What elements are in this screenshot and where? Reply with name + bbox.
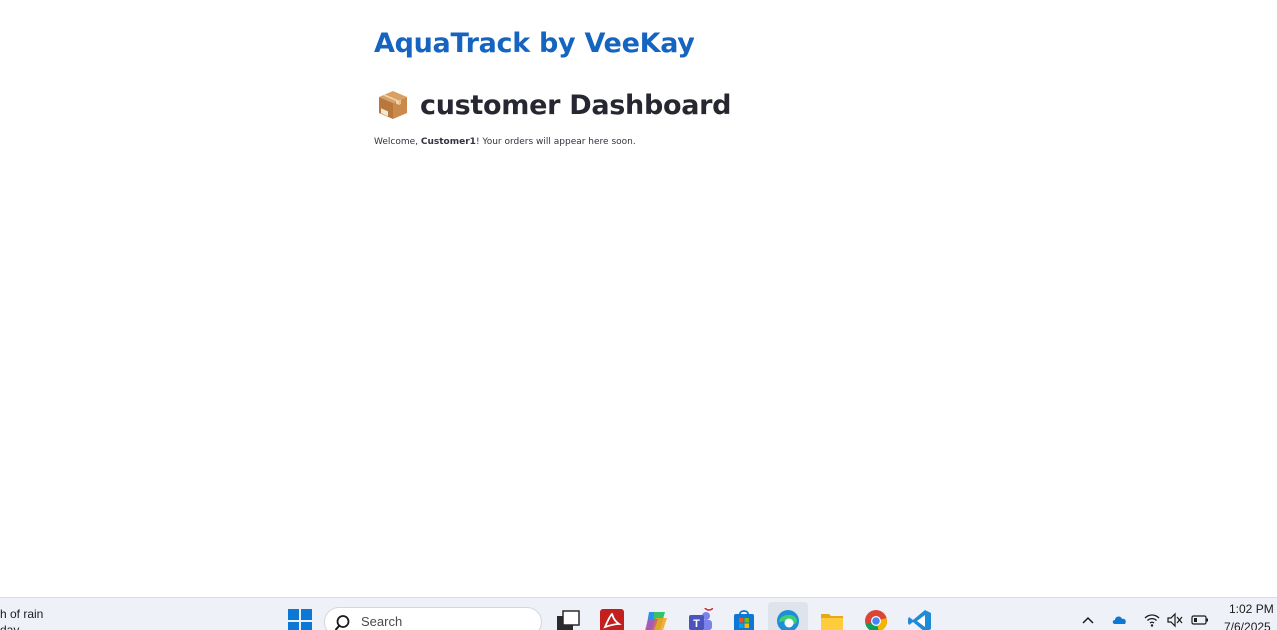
app-window: AquaTrack by VeeKay customer Dashboard W… — [0, 0, 1277, 630]
edge-icon[interactable] — [775, 608, 801, 630]
task-view-icon[interactable] — [555, 608, 581, 630]
clock-time[interactable]: 1:02 PM — [1229, 602, 1274, 616]
search-placeholder: Search — [361, 614, 403, 629]
taskbar-search[interactable]: Search — [324, 607, 542, 630]
vscode-icon[interactable] — [907, 608, 933, 630]
welcome-username: Customer1 — [420, 137, 476, 147]
taskbar: h of rain day Search T 1:02 PM 7/6/2025 — [0, 597, 1277, 630]
teams-icon[interactable]: T — [687, 599, 715, 630]
wifi-icon[interactable] — [1144, 612, 1160, 628]
weather-line-1: h of rain — [0, 607, 44, 621]
brand-title: AquaTrack by VeeKay — [374, 28, 695, 59]
package-icon — [376, 88, 410, 122]
weather-line-2: day — [0, 623, 20, 630]
file-explorer-icon[interactable] — [819, 608, 845, 630]
welcome-suffix: ! Your orders will appear here soon. — [475, 137, 636, 147]
welcome-message: Welcome, Customer1! Your orders will app… — [374, 137, 636, 147]
volume-muted-icon[interactable] — [1167, 612, 1183, 628]
dashboard-title: customer Dashboard — [420, 89, 732, 121]
acrobat-icon[interactable] — [599, 608, 625, 630]
chrome-icon[interactable] — [863, 608, 889, 630]
dashboard-header: customer Dashboard — [376, 88, 731, 122]
onedrive-icon[interactable] — [1112, 612, 1128, 628]
battery-icon[interactable] — [1191, 612, 1208, 628]
svg-text:T: T — [693, 618, 700, 630]
welcome-prefix: Welcome, — [374, 137, 421, 147]
chevron-up-icon[interactable] — [1080, 612, 1096, 628]
search-icon — [334, 614, 353, 630]
windows-start-icon[interactable] — [287, 608, 313, 630]
copilot-icon[interactable] — [643, 608, 669, 630]
microsoft-store-icon[interactable] — [731, 608, 757, 630]
clock-date[interactable]: 7/6/2025 — [1224, 620, 1271, 630]
weather-widget[interactable]: h of rain day — [0, 606, 43, 630]
